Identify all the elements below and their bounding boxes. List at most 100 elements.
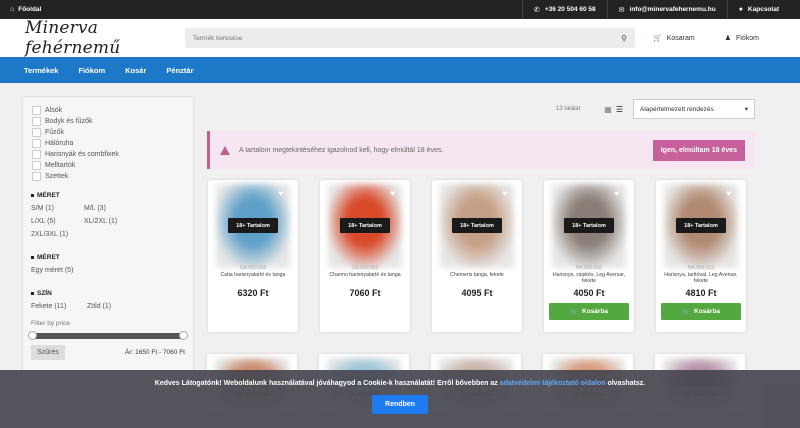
search-input[interactable] [193,34,622,42]
size-options: S/M (1) M/L (3) L/XL (5) XL/2XL (1) 2XL/… [31,205,185,244]
sort-select[interactable]: Alapértelmezett rendezés ▾ [633,99,755,119]
age-confirm-button[interactable]: Igen, elmúltam 18 éves [652,139,745,161]
grid-view-icon[interactable]: ▦ [604,105,612,114]
price-max-handle[interactable] [179,331,188,340]
product-name[interactable]: Chemeris tanga, fekete [437,272,517,278]
cart-icon: 🛒 [569,308,579,316]
category-item[interactable]: Alsók [31,105,185,116]
nav-products[interactable]: Termékek [24,66,58,75]
product-card[interactable]: ♥ 18+ Tartalom HA.000.013 Harisnya, tarttóv… [656,180,746,332]
checkbox[interactable] [32,161,41,170]
size-option[interactable]: Egy méret (5) [31,267,131,274]
size2-filter-title: MÉRET [31,254,185,261]
checkbox[interactable] [32,128,41,137]
adult-content-badge: 18+ Tartalom [452,218,502,233]
heart-icon[interactable]: ♥ [278,189,283,198]
checkbox[interactable] [32,150,41,159]
phone-icon: ✆ [533,6,540,14]
contact-link[interactable]: ● Kapcsolat [726,0,790,19]
checkbox[interactable] [32,172,41,181]
envelope-icon: ✉ [618,6,625,14]
size-option[interactable]: S/M (1) [31,205,84,212]
nav-account[interactable]: Fiókom [78,66,105,75]
user-icon: ♟ [724,35,732,42]
add-to-cart-label: Kosárba [582,308,609,315]
color-option[interactable]: Zöld (1) [87,303,143,310]
category-item[interactable]: Harisnyák és combfixek [31,149,185,160]
account-label: Fiókom [736,34,759,42]
search-icon[interactable]: ⚲ [621,34,627,43]
cookie-accept-button[interactable]: Rendben [372,395,428,414]
checkbox[interactable] [32,106,41,115]
category-item[interactable]: Hálóruha [31,138,185,149]
result-count: 13 találat [555,106,581,112]
product-card[interactable]: ♥ 18+ Tartalom HA.000.010 Harisnya, csipkés… [544,180,634,332]
product-price: 7060 Ft [349,288,381,298]
sort-value: Alapértelmezett rendezés [640,105,714,113]
size-option[interactable]: XL/2XL (1) [84,218,137,225]
adult-content-badge: 18+ Tartalom [676,218,726,233]
age-notice: A tartalom megtekintéséhez igazolnod kel… [207,131,755,169]
product-sku: GB.000.003 [351,265,379,271]
heart-icon[interactable]: ♥ [614,189,619,198]
top-bar: ⌂ Főoldal ✆ +36 20 504 60 58 ✉ info@mine… [0,0,800,19]
product-name[interactable]: Charmo harisnyatartó és tanga [325,272,405,278]
add-to-cart-button[interactable]: 🛒 Kosárba [661,303,741,320]
color-filter-title: SZÍN [31,290,185,297]
product-price: 4810 Ft [685,288,717,298]
shop-toolbar: 13 találat ▦ ☰ Alapértelmezett rendezés … [207,96,755,122]
checkbox[interactable] [32,117,41,126]
category-item[interactable]: Bodyk és fűzők [31,116,185,127]
cart-icon: 🛒 [681,308,691,316]
price-min-handle[interactable] [28,331,37,340]
filter-button[interactable]: Szűrés [31,345,65,360]
product-sku: GB.000.002 [239,265,267,271]
home-link[interactable]: ⌂ Főoldal [10,6,41,13]
size-option[interactable]: L/XL (5) [31,218,84,225]
category-item[interactable]: Szettek [31,171,185,182]
product-card[interactable]: ♥ 18+ Tartalom GB.000.002 Catia harisnyatar… [208,180,298,332]
product-card[interactable]: ♥ 18+ Tartalom GB.000.003 Charmo harisnyata… [320,180,410,332]
site-header: Minerva fehérnemű ⚲ 🛒 Kosaram ♟ Fiókom [0,18,800,58]
site-logo[interactable]: Minerva fehérnemű [25,18,185,58]
size-option[interactable]: 2XL/3XL (1) [31,231,84,238]
heart-icon[interactable]: ♥ [726,189,731,198]
adult-content-badge: 18+ Tartalom [228,218,278,233]
cart-link[interactable]: 🛒 Kosaram [653,34,695,43]
contact-label: Kapcsolat [747,6,779,13]
list-view-icon[interactable]: ☰ [616,105,623,114]
filter-sidebar: Alsók Bodyk és fűzők Fűzők Hálóruha Hari… [22,96,194,376]
checkbox[interactable] [32,139,41,148]
price-filter-title: Filter by price [31,320,71,327]
home-icon: ⌂ [10,6,15,13]
add-to-cart-label: Kosárba [694,308,721,315]
product-price: 4050 Ft [573,288,605,298]
nav-checkout[interactable]: Pénztár [166,66,193,75]
account-link[interactable]: ♟ Fiókom [724,34,759,43]
privacy-link[interactable]: adatvédelmi tájékoztató oldalon [500,380,606,387]
nav-cart[interactable]: Kosár [125,66,146,75]
price-slider[interactable] [28,331,188,340]
heart-icon[interactable]: ♥ [502,189,507,198]
size-option[interactable]: M/L (3) [84,205,137,212]
product-grid: ♥ 18+ Tartalom GB.000.002 Catia harisnyatar… [208,180,755,332]
product-price: 4095 Ft [461,288,493,298]
category-item[interactable]: Fűzők [31,127,185,138]
product-name[interactable]: Catia harisnyatartó és tanga [213,272,293,278]
heart-icon[interactable]: ♥ [390,189,395,198]
warning-icon [220,145,230,155]
color-option[interactable]: Fekete (11) [31,303,87,310]
phone-link[interactable]: ✆ +36 20 504 60 58 [521,0,607,19]
price-range: Ár: 1650 Ft - 7060 Ft [125,349,185,356]
chevron-down-icon: ▾ [744,106,748,113]
location-pin-icon: ● [738,6,743,13]
age-notice-text: A tartalom megtekintéséhez igazolnod kel… [239,146,444,154]
email-link[interactable]: ✉ info@minervafehernemu.hu [606,0,727,19]
product-card[interactable]: ♥ 18+ Tartalom Chemeris tanga, fekete 4095 … [432,180,522,332]
category-item[interactable]: Melltartók [31,160,185,171]
product-name[interactable]: Harisnya, csipkés, Leg Avenue, fekete [549,272,629,285]
cookie-text: Kedves Látogatónk! Weboldalunk használat… [154,380,646,387]
cookie-banner: Kedves Látogatónk! Weboldalunk használat… [0,370,800,428]
product-name[interactable]: Harisnya, tarttóval, Leg Avenue, fekete [661,272,741,285]
add-to-cart-button[interactable]: 🛒 Kosárba [549,303,629,320]
